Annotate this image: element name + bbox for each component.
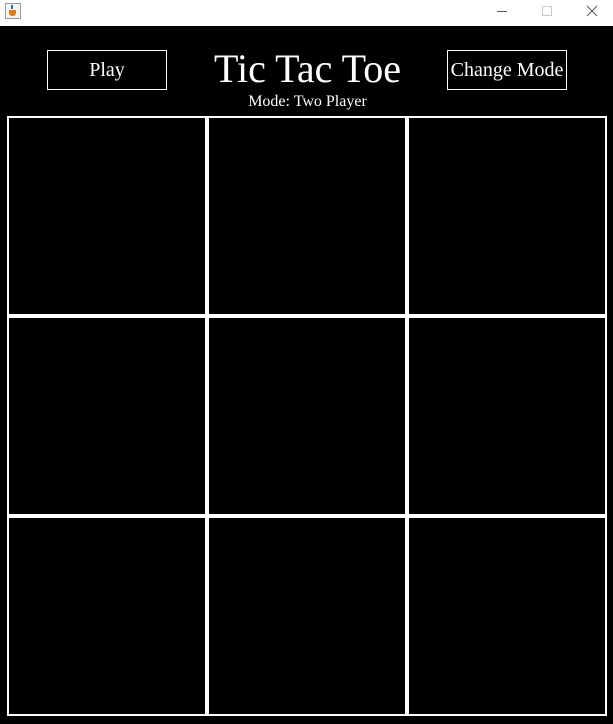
minimize-icon — [497, 11, 507, 12]
play-button[interactable]: Play — [47, 50, 167, 90]
title-bar — [0, 0, 613, 24]
change-mode-button[interactable]: Change Mode — [447, 50, 567, 90]
board-cell-9[interactable] — [407, 516, 607, 716]
board-cell-1[interactable] — [7, 116, 207, 316]
close-button[interactable] — [570, 0, 613, 22]
minimize-button[interactable] — [480, 0, 524, 22]
board-cell-8[interactable] — [207, 516, 407, 716]
app-window: Play Tic Tac Toe Change Mode Mode: Two P… — [0, 0, 613, 724]
board-cell-4[interactable] — [7, 316, 207, 516]
java-cup-icon — [5, 3, 21, 19]
game-panel: Play Tic Tac Toe Change Mode Mode: Two P… — [0, 26, 613, 724]
close-icon — [586, 5, 598, 17]
mode-label: Mode: Two Player — [248, 93, 367, 110]
board-cell-6[interactable] — [407, 316, 607, 516]
maximize-button[interactable] — [525, 0, 569, 22]
game-board — [7, 116, 607, 716]
board-cell-2[interactable] — [207, 116, 407, 316]
game-title: Tic Tac Toe — [214, 46, 401, 91]
maximize-icon — [542, 6, 552, 16]
board-cell-5[interactable] — [207, 316, 407, 516]
board-cell-3[interactable] — [407, 116, 607, 316]
board-cell-7[interactable] — [7, 516, 207, 716]
